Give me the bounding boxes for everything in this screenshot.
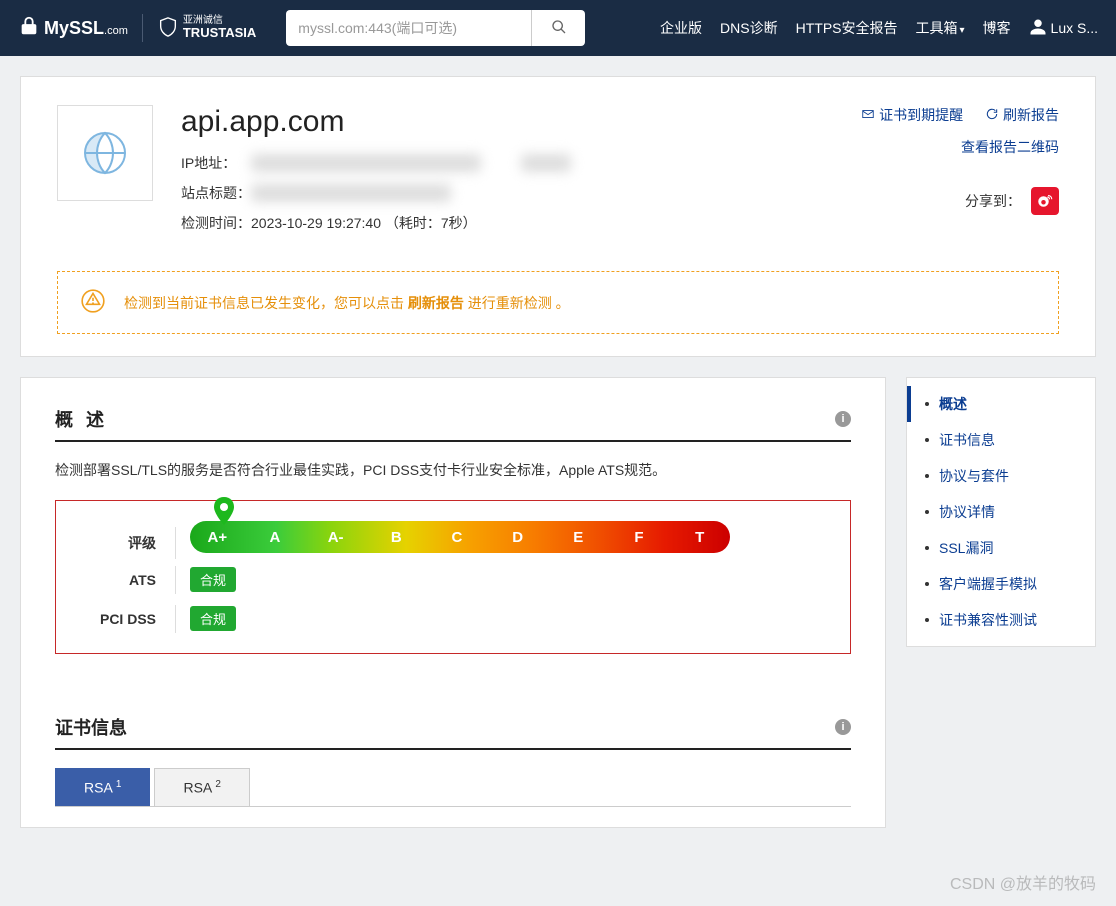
main-nav: 企业版 DNS诊断 HTTPS安全报告 工具箱▾ 博客 Lux S... xyxy=(660,18,1098,39)
grade-a-plus: A+ xyxy=(190,529,245,546)
nav-toolbox[interactable]: 工具箱▾ xyxy=(916,18,965,38)
domain-title: api.app.com xyxy=(181,105,819,139)
ats-badge: 合规 xyxy=(190,567,236,592)
logo-en: TRUSTASIA xyxy=(183,26,256,40)
myssl-logo[interactable]: MySSL.com xyxy=(18,15,128,42)
user-menu[interactable]: Lux S... xyxy=(1029,18,1098,39)
weibo-share-button[interactable] xyxy=(1031,187,1059,215)
grade-b: B xyxy=(366,529,427,546)
grade-f: F xyxy=(609,529,670,546)
check-time-label: 检测时间： xyxy=(181,213,251,233)
grade-a-minus: A- xyxy=(305,529,366,546)
info-icon[interactable]: i xyxy=(835,411,851,427)
ip-label: IP地址： xyxy=(181,153,251,173)
search-input[interactable] xyxy=(286,10,531,46)
info-icon[interactable]: i xyxy=(835,719,851,735)
site-favicon xyxy=(57,105,153,201)
share-label: 分享到： xyxy=(965,191,1021,211)
weibo-icon xyxy=(1036,191,1054,212)
nav-https-report[interactable]: HTTPS安全报告 xyxy=(796,18,898,38)
warning-icon xyxy=(80,288,106,317)
refresh-icon xyxy=(985,107,999,124)
logo-separator xyxy=(142,14,143,42)
ats-label: ATS xyxy=(84,572,176,588)
ip-value-blurred xyxy=(251,154,481,172)
grade-a: A xyxy=(245,529,306,546)
nav-ssl-vuln[interactable]: SSL漏洞 xyxy=(907,530,1095,566)
grade-box: 评级 A+ A A- B C D E xyxy=(55,500,851,654)
pci-badge: 合规 xyxy=(190,606,236,631)
user-icon xyxy=(1029,18,1047,39)
top-nav: MySSL.com 亚洲诚信 TRUSTASIA 企业版 DNS诊断 HTTPS… xyxy=(0,0,1116,56)
user-name: Lux S... xyxy=(1051,20,1098,36)
ip-extra-blurred xyxy=(521,154,571,172)
grade-t: T xyxy=(669,529,730,546)
rating-label: 评级 xyxy=(84,533,176,553)
overview-heading: 概 述 i xyxy=(55,406,851,442)
nav-enterprise[interactable]: 企业版 xyxy=(660,18,702,38)
nav-protocol-details[interactable]: 协议详情 xyxy=(907,494,1095,530)
nav-cert-compat[interactable]: 证书兼容性测试 xyxy=(907,602,1095,638)
cert-changed-alert: 检测到当前证书信息已发生变化，您可以点击 刷新报告 进行重新检测 。 xyxy=(57,271,1059,334)
search-wrap xyxy=(286,10,585,46)
mail-icon xyxy=(861,107,875,124)
grade-e: E xyxy=(548,529,609,546)
overview-desc: 检测部署SSL/TLS的服务是否符合行业最佳实践，PCI DSS支付卡行业安全标… xyxy=(55,460,851,480)
tab-rsa2[interactable]: RSA 2 xyxy=(154,768,249,806)
search-button[interactable] xyxy=(531,10,585,46)
alert-text: 检测到当前证书信息已发生变化，您可以点击 刷新报告 进行重新检测 。 xyxy=(124,293,570,313)
check-time-value: 2023-10-29 19:27:40 （耗时：7秒） xyxy=(251,213,477,233)
main-content: 概 述 i 检测部署SSL/TLS的服务是否符合行业最佳实践，PCI DSS支付… xyxy=(20,377,886,828)
lock-icon xyxy=(18,15,40,42)
domain-card: api.app.com IP地址： 站点标题： 检测时间：2023-10-29 … xyxy=(20,76,1096,357)
rating-bar: A+ A A- B C D E F T xyxy=(190,521,730,553)
nav-blog[interactable]: 博客 xyxy=(983,18,1011,38)
tab-rsa1[interactable]: RSA 1 xyxy=(55,768,150,806)
cert-tabs: RSA 1 RSA 2 xyxy=(55,768,851,807)
caret-down-icon: ▾ xyxy=(960,25,965,36)
search-icon xyxy=(551,19,567,38)
refresh-report-link[interactable]: 刷新报告 xyxy=(985,105,1059,125)
logo-group: MySSL.com 亚洲诚信 TRUSTASIA xyxy=(18,14,256,42)
nav-client-handshake[interactable]: 客户端握手模拟 xyxy=(907,566,1095,602)
grade-c: C xyxy=(427,529,488,546)
qr-code-link[interactable]: 查看报告二维码 xyxy=(819,137,1059,157)
nav-protocols[interactable]: 协议与套件 xyxy=(907,458,1095,494)
nav-dns[interactable]: DNS诊断 xyxy=(720,18,778,38)
cert-info-heading: 证书信息 i xyxy=(55,714,851,750)
shield-icon xyxy=(157,16,179,41)
nav-cert-info[interactable]: 证书信息 xyxy=(907,422,1095,458)
section-nav: 概述 证书信息 协议与套件 协议详情 SSL漏洞 客户端握手模拟 证书兼容性测试 xyxy=(906,377,1096,647)
watermark: CSDN @放羊的牧码 xyxy=(950,870,1096,894)
site-title-blurred xyxy=(251,184,451,202)
grade-d: D xyxy=(487,529,548,546)
expiry-reminder-link[interactable]: 证书到期提醒 xyxy=(861,105,963,125)
pci-label: PCI DSS xyxy=(84,611,176,627)
nav-overview[interactable]: 概述 xyxy=(907,386,1095,422)
trustasia-logo[interactable]: 亚洲诚信 TRUSTASIA xyxy=(157,16,256,41)
site-title-label: 站点标题： xyxy=(181,183,251,203)
